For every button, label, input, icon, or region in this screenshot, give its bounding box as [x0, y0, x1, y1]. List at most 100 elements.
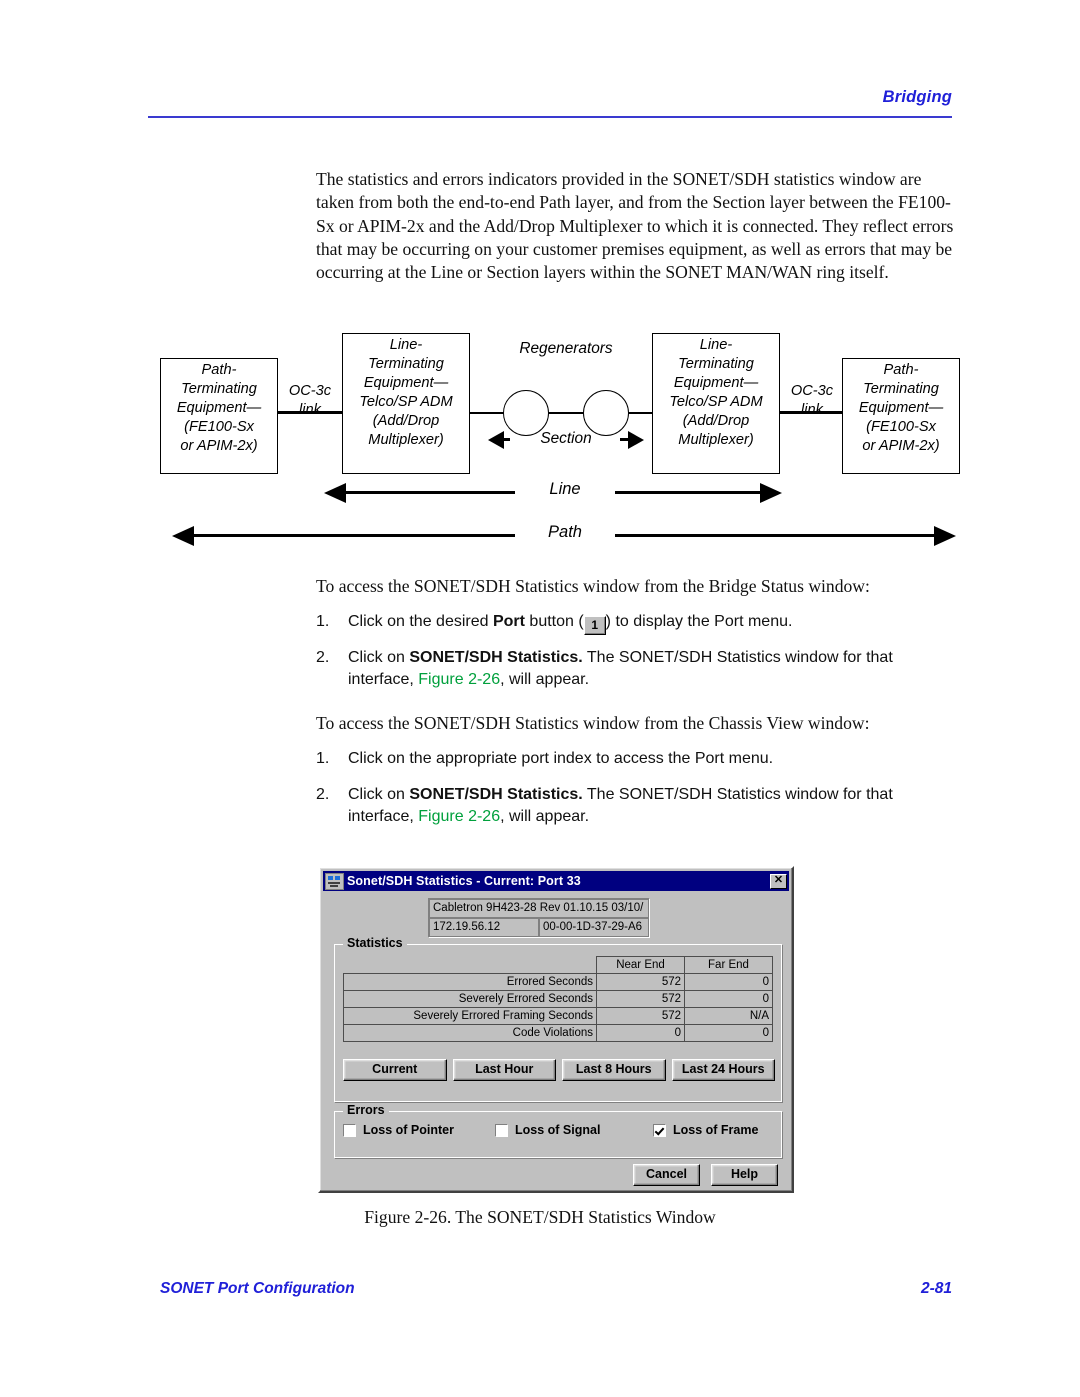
window-titlebar[interactable]: Sonet/SDH Statistics - Current: Port 33 …: [323, 871, 789, 891]
cell-near-end: 572: [596, 990, 685, 1008]
close-icon[interactable]: ✕: [770, 873, 787, 889]
loss-of-pointer-checkbox[interactable]: Loss of Pointer: [343, 1123, 495, 1137]
step-text: Click on SONET/SDH Statistics. The SONET…: [348, 647, 958, 690]
diagram-label-oc3c-link-left: OC-3c link: [288, 383, 332, 418]
step-number: 1.: [316, 613, 330, 630]
last-8-hours-button[interactable]: Last 8 Hours: [562, 1059, 666, 1081]
diagram-label-section: Section: [540, 430, 592, 447]
column-header-near-end: Near End: [596, 956, 685, 974]
cell-far-end: 0: [684, 1024, 773, 1042]
checkbox-label: Loss of Frame: [673, 1123, 759, 1137]
diagram-link-line-right: [780, 411, 844, 414]
cell-near-end: 572: [596, 1007, 685, 1025]
page-header-title: Bridging: [882, 88, 952, 106]
figure-caption: Figure 2-26. The SONET/SDH Statistics Wi…: [364, 1207, 716, 1227]
step-text-bold: SONET/SDH Statistics.: [409, 649, 583, 666]
step-text-bold: SONET/SDH Statistics.: [409, 786, 583, 803]
line-shaft-right: [615, 491, 763, 494]
step-text-bold: Port: [492, 613, 525, 630]
device-info-panel: Cabletron 9H423-28 Rev 01.10.15 03/10/ 1…: [428, 898, 650, 938]
step-chassis-1: 1. Click on the appropriate port index t…: [316, 748, 966, 770]
step-text-pre: Click on: [348, 649, 410, 666]
step-chassis-2: 2. Click on SONET/SDH Statistics. The SO…: [316, 784, 966, 827]
cell-far-end: 0: [684, 973, 773, 991]
footer-page-number: 2-81: [920, 1280, 952, 1297]
diagram-box-line-terminating-equipment-right: Line- Terminating Equipment— Telco/SP AD…: [652, 333, 780, 474]
line-arrowhead-right-icon: [760, 483, 782, 503]
statistics-group-title: Statistics: [343, 936, 407, 950]
footer-section-title: SONET Port Configuration: [160, 1280, 355, 1297]
step-text: Click on the desired Port button (1) to …: [348, 611, 958, 635]
application-icon: [325, 872, 344, 890]
current-button[interactable]: Current: [343, 1059, 447, 1081]
table-corner-cell: [344, 957, 597, 974]
cell-far-end: N/A: [684, 1007, 773, 1025]
step-number: 2.: [316, 649, 330, 666]
column-header-far-end: Far End: [684, 956, 773, 974]
cancel-button[interactable]: Cancel: [633, 1164, 700, 1186]
row-label: Severely Errored Seconds: [343, 990, 597, 1008]
step-number: 2.: [316, 786, 330, 803]
period-button-group: Current Last Hour Last 8 Hours Last 24 H…: [343, 1059, 775, 1081]
checkbox-checked-icon[interactable]: [653, 1123, 666, 1137]
help-button[interactable]: Help: [711, 1164, 778, 1186]
loss-of-signal-checkbox[interactable]: Loss of Signal: [495, 1123, 653, 1137]
checkbox-icon[interactable]: [343, 1123, 356, 1137]
row-label: Code Violations: [343, 1024, 597, 1042]
row-label: Severely Errored Framing Seconds: [343, 1007, 597, 1025]
step-text-post: , will appear.: [500, 807, 590, 825]
access-chassis-lead: To access the SONET/SDH Statistics windo…: [316, 713, 870, 733]
diagram-link-line-left: [278, 411, 342, 414]
table-row: Severely Errored Seconds 572 0: [343, 990, 773, 1008]
cell-near-end: 0: [596, 1024, 685, 1042]
diagram-wire-segment-c: [628, 412, 652, 414]
page-header: Bridging: [148, 88, 952, 122]
last-24-hours-button[interactable]: Last 24 Hours: [671, 1059, 775, 1081]
errors-groupbox: Errors Loss of Pointer Loss of Signal Lo…: [333, 1103, 783, 1159]
step-text-pre: Click on the desired: [348, 613, 493, 630]
table-row: Code Violations 0 0: [343, 1024, 773, 1042]
path-shaft-left: [193, 534, 515, 537]
sonet-sdh-statistics-window: Sonet/SDH Statistics - Current: Port 33 …: [318, 866, 794, 1193]
diagram-box-path-terminating-equipment-right: Path- Terminating Equipment— (FE100-Sx o…: [842, 358, 960, 474]
device-description-value: Cabletron 9H423-28 Rev 01.10.15 03/10/: [429, 899, 649, 918]
diagram-label-line: Line: [549, 480, 581, 498]
window-title: Sonet/SDH Statistics - Current: Port 33: [347, 874, 581, 888]
device-info-row-description: Cabletron 9H423-28 Rev 01.10.15 03/10/: [429, 899, 649, 918]
access-bridge-lead: To access the SONET/SDH Statistics windo…: [316, 576, 870, 596]
step-text: Click on the appropriate port index to a…: [348, 748, 958, 770]
section-arrowhead-right-icon: [628, 431, 644, 449]
diagram-label-regenerators: Regenerators: [519, 340, 613, 357]
step-bridge-2: 2. Click on SONET/SDH Statistics. The SO…: [316, 647, 966, 690]
step-text: Click on SONET/SDH Statistics. The SONET…: [348, 784, 958, 827]
statistics-groupbox: Statistics Near End Far End Errored Seco…: [333, 936, 783, 1103]
diagram-wire-segment-a: [470, 412, 504, 414]
step-text-post: , will appear.: [500, 670, 590, 688]
diagram-wire-segment-b: [548, 412, 584, 414]
cell-far-end: 0: [684, 990, 773, 1008]
row-label: Errored Seconds: [343, 973, 597, 991]
diagram-box-path-terminating-equipment-left: Path- Terminating Equipment— (FE100-Sx o…: [160, 358, 278, 474]
errors-group-title: Errors: [343, 1103, 389, 1117]
checkbox-label: Loss of Pointer: [363, 1123, 454, 1137]
page-footer: SONET Port Configuration 2-81: [160, 1280, 952, 1302]
cell-near-end: 572: [596, 973, 685, 991]
figure-cross-reference-link[interactable]: Figure 2-26: [418, 808, 500, 825]
diagram-label-oc3c-link-right: OC-3c link: [790, 383, 834, 418]
diagram-box-line-terminating-equipment-left: Line- Terminating Equipment— Telco/SP AD…: [342, 333, 470, 474]
step-text-mid: button (: [524, 613, 584, 630]
device-info-row-addresses: 172.19.56.12 00-00-1D-37-29-A6: [429, 918, 649, 937]
loss-of-frame-checkbox[interactable]: Loss of Frame: [653, 1123, 773, 1137]
checkbox-label: Loss of Signal: [515, 1123, 601, 1137]
checkbox-icon[interactable]: [495, 1123, 508, 1137]
last-hour-button[interactable]: Last Hour: [452, 1059, 556, 1081]
step-number: 1.: [316, 750, 330, 767]
step-text-post: ) to display the Port menu.: [605, 613, 793, 630]
dialog-footer-buttons: Cancel Help: [633, 1164, 778, 1186]
table-row: Severely Errored Framing Seconds 572 N/A: [343, 1007, 773, 1025]
line-shaft-left: [345, 491, 515, 494]
path-shaft-right: [615, 534, 937, 537]
sonet-network-diagram: Path- Terminating Equipment— (FE100-Sx o…: [150, 325, 960, 560]
figure-cross-reference-link[interactable]: Figure 2-26: [418, 671, 500, 688]
step-text-pre: Click on: [348, 786, 410, 803]
